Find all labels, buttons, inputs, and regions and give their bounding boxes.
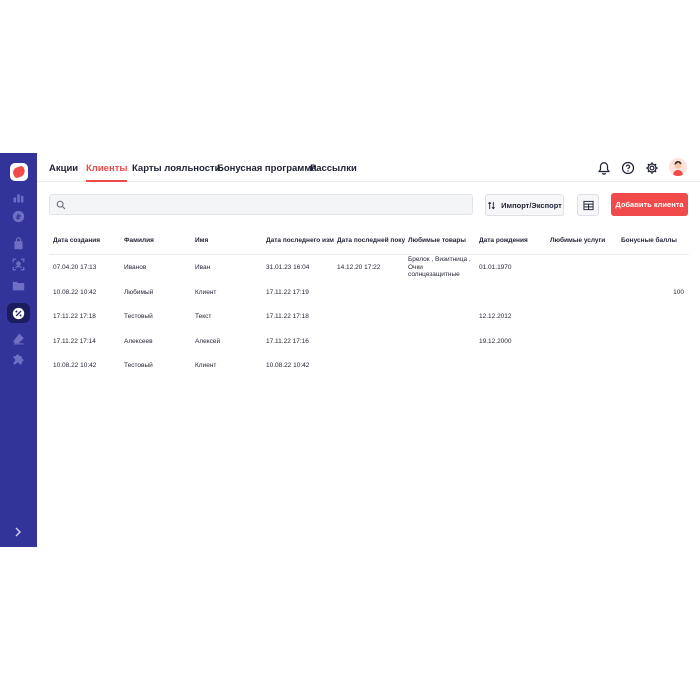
clients-table: Дата создания Фамилия Имя Дата последнег… xyxy=(49,229,689,378)
column-header-first-name[interactable]: Имя xyxy=(195,237,263,244)
cell-modified: 17.11.22 17:19 xyxy=(266,288,309,296)
cell-modified: 17.11.22 17:18 xyxy=(266,313,309,321)
cell-modified: 17.11.22 17:16 xyxy=(266,337,309,345)
cell-created: 17.11.22 17:14 xyxy=(53,337,96,345)
table-icon xyxy=(582,200,594,210)
top-navigation: Акции Клиенты Карты лояльности Бонусная … xyxy=(37,153,700,182)
column-header-fav-services[interactable]: Любимые услуги xyxy=(550,237,618,244)
gear-icon[interactable] xyxy=(645,161,659,175)
cell-birthday: 12.12.2012 xyxy=(479,313,512,321)
tab-clients[interactable]: Клиенты xyxy=(86,163,128,182)
avatar-illustration xyxy=(669,158,687,176)
app-logo[interactable] xyxy=(10,163,28,181)
cell-first-name: Алексей xyxy=(195,337,221,345)
sort-arrows-icon xyxy=(488,201,496,209)
cell-created: 07.04.20 17:13 xyxy=(53,264,97,271)
help-icon[interactable] xyxy=(621,161,635,175)
bell-icon[interactable] xyxy=(597,161,611,175)
bar-chart-icon[interactable] xyxy=(11,190,26,205)
table-row[interactable]: 17.11.22 17:14 Алексеев Алексей 17.11.22… xyxy=(49,329,689,354)
table-row[interactable]: 17.11.22 17:18 Тестовый Текст 17.11.22 1… xyxy=(49,304,689,329)
cell-last-name: Тестовый xyxy=(124,313,153,321)
cell-first-name: Клиент xyxy=(195,288,217,296)
avatar[interactable] xyxy=(669,158,687,176)
search-box[interactable] xyxy=(49,194,473,215)
app-window: ₽ Акции Клиенты Карты лояльности Бонусна… xyxy=(0,153,700,547)
table-row[interactable]: 07.04.20 17:13 Иванов Иван 31.01.23 16:0… xyxy=(49,255,689,280)
chevron-right-icon[interactable] xyxy=(12,526,24,538)
table-header: Дата создания Фамилия Имя Дата последнег… xyxy=(49,229,689,255)
sidebar: ₽ xyxy=(0,153,37,547)
column-header-fav-products[interactable]: Любимые товары xyxy=(408,237,476,244)
cell-last-name: Любимый xyxy=(124,288,154,296)
table-row[interactable]: 10.08.22 10:42 Любимый Клиент 17.11.22 1… xyxy=(49,280,689,305)
column-header-last-name[interactable]: Фамилия xyxy=(124,237,192,244)
import-export-label: Импорт/Экспорт xyxy=(501,200,562,210)
add-client-button[interactable]: Добавить клиента xyxy=(611,193,688,216)
search-input[interactable] xyxy=(70,195,468,214)
eraser-icon[interactable] xyxy=(11,331,26,346)
logo-mark xyxy=(11,165,27,179)
cell-last-name: Алексеев xyxy=(124,337,153,345)
tab-bonus-program[interactable]: Бонусная программа xyxy=(217,163,317,174)
column-header-birthday[interactable]: Дата рождения xyxy=(479,237,547,244)
table-settings-button[interactable] xyxy=(577,194,599,216)
cell-modified: 31.01.23 16:04 xyxy=(266,264,310,271)
cell-created: 10.08.22 10:42 xyxy=(53,362,97,370)
cell-birthday: 01.01.1970 xyxy=(479,264,512,271)
column-header-last-purchase[interactable]: Дата последней поку xyxy=(337,237,405,244)
cell-bonus: 100 xyxy=(673,288,684,296)
cell-fav-products: Брелок , Визитница , Очки солнцезащитные xyxy=(408,256,471,279)
column-header-modified[interactable]: Дата последнего изм xyxy=(266,237,334,244)
bag-icon[interactable] xyxy=(11,236,26,251)
cell-first-name: Текст xyxy=(195,313,212,321)
folder-icon[interactable] xyxy=(11,278,26,293)
tab-mailings[interactable]: Рассылки xyxy=(310,163,357,174)
ruble-icon[interactable]: ₽ xyxy=(11,209,26,224)
table-row[interactable]: 10.08.22 10:42 Тестовый Клиент 10.08.22 … xyxy=(49,353,689,378)
cell-birthday: 19.12.2000 xyxy=(479,337,512,345)
cell-created: 10.08.22 10:42 xyxy=(53,288,97,296)
cell-last-name: Тестовый xyxy=(124,362,153,370)
cell-modified: 10.08.22 10:42 xyxy=(266,362,310,370)
scan-icon[interactable] xyxy=(11,257,26,272)
search-icon xyxy=(56,200,66,210)
svg-text:₽: ₽ xyxy=(16,212,21,221)
column-header-created[interactable]: Дата создания xyxy=(53,237,121,244)
cell-first-name: Иван xyxy=(195,264,211,271)
cell-first-name: Клиент xyxy=(195,362,217,370)
puzzle-icon[interactable] xyxy=(11,351,26,366)
tab-loyalty-cards[interactable]: Карты лояльности xyxy=(132,163,220,174)
percent-icon[interactable] xyxy=(7,303,30,323)
cell-created: 17.11.22 17:18 xyxy=(53,313,96,321)
cell-last-name: Иванов xyxy=(124,264,147,271)
cell-last-purchase: 14.12.20 17:22 xyxy=(337,264,381,271)
column-header-bonus[interactable]: Бонусные баллы xyxy=(621,237,689,244)
tab-promotions[interactable]: Акции xyxy=(49,163,78,174)
import-export-button[interactable]: Импорт/Экспорт xyxy=(485,194,564,216)
